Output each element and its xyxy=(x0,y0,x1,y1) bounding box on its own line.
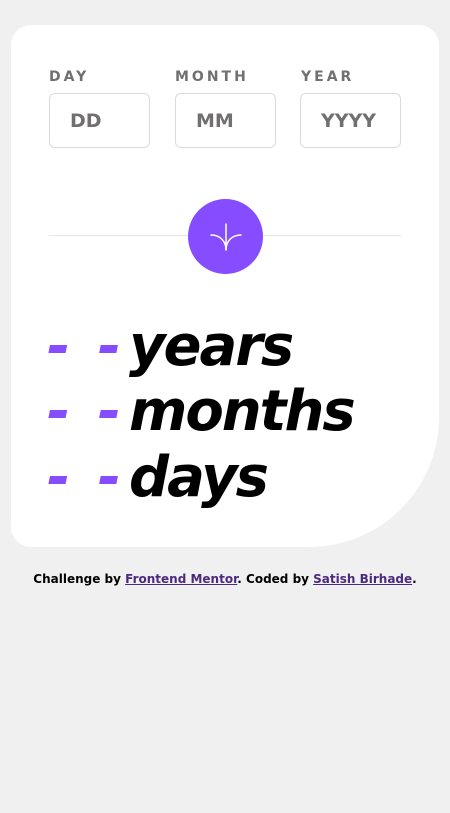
arrow-down-icon xyxy=(206,217,246,257)
month-label: MONTH xyxy=(175,69,249,85)
years-value: - - xyxy=(47,314,125,379)
year-input[interactable] xyxy=(300,93,401,148)
result-years: - - years xyxy=(47,314,294,380)
attribution-prefix: Challenge by xyxy=(33,572,126,586)
frontend-mentor-link[interactable]: Frontend Mentor xyxy=(125,572,237,586)
months-value: - - xyxy=(47,379,125,444)
month-input[interactable] xyxy=(175,93,276,148)
days-value: - - xyxy=(47,445,125,510)
submit-button[interactable] xyxy=(188,199,263,274)
attribution-middle: . Coded by xyxy=(237,572,314,586)
day-input[interactable] xyxy=(49,93,150,148)
years-unit: years xyxy=(128,314,294,379)
result-days: - - days xyxy=(47,445,269,511)
attribution-suffix: . xyxy=(412,572,417,586)
days-unit: days xyxy=(128,445,269,510)
day-label: DAY xyxy=(49,69,90,85)
months-unit: months xyxy=(128,379,356,444)
author-link[interactable]: Satish Birhade xyxy=(313,572,412,586)
year-label: YEAR xyxy=(301,69,355,85)
attribution: Challenge by Frontend Mentor. Coded by S… xyxy=(0,572,450,586)
result-months: - - months xyxy=(47,379,356,445)
age-calculator-card: DAY MONTH YEAR - - years - - months - - … xyxy=(11,25,439,547)
